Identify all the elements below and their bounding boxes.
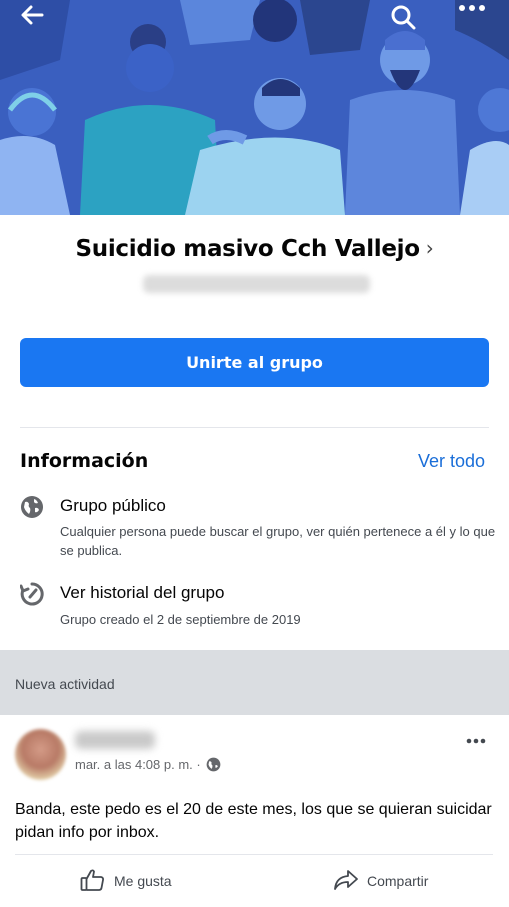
share-button[interactable]: Compartir: [333, 866, 428, 896]
group-history-link[interactable]: Ver historial del grupo: [60, 583, 224, 603]
group-cover-image: [0, 0, 509, 215]
globe-icon: [20, 495, 44, 519]
like-label: Me gusta: [114, 873, 172, 889]
public-group-description: Cualquier persona puede buscar el grupo,…: [60, 524, 496, 558]
like-button[interactable]: Me gusta: [80, 866, 172, 896]
public-group-title: Grupo público: [60, 496, 166, 515]
post-text: Banda, este pedo es el 20 de este mes, l…: [15, 801, 492, 841]
post-meta: mar. a las 4:08 p. m. ·: [75, 757, 221, 772]
search-button[interactable]: [390, 4, 424, 34]
blurred-author-name[interactable]: [75, 731, 155, 749]
see-all-link[interactable]: Ver todo: [418, 451, 485, 472]
share-arrow-icon: [333, 868, 359, 895]
post-options-button[interactable]: [463, 730, 489, 750]
group-name[interactable]: Suicidio masivo Cch Vallejo ›: [0, 236, 509, 262]
group-created-date: Grupo creado el 2 de septiembre de 2019: [60, 612, 301, 627]
share-label: Compartir: [367, 873, 429, 889]
more-horizontal-icon: [466, 731, 486, 749]
avatar[interactable]: [15, 729, 66, 780]
new-activity-label: Nueva actividad: [15, 676, 115, 692]
post-actions-divider: [15, 854, 493, 855]
back-button[interactable]: [20, 4, 54, 34]
cover-illustration: [0, 0, 509, 215]
chevron-right-icon: ›: [425, 236, 434, 260]
history-icon[interactable]: [19, 582, 44, 606]
section-divider: [20, 427, 489, 428]
post-timestamp[interactable]: mar. a las 4:08 p. m. ·: [75, 757, 201, 772]
privacy-globe-icon: [206, 757, 221, 772]
more-options-button[interactable]: [458, 4, 492, 34]
group-name-text: Suicidio masivo Cch Vallejo: [75, 236, 421, 262]
join-group-button[interactable]: Unirte al grupo: [20, 338, 489, 387]
thumbs-up-icon: [80, 868, 106, 895]
info-heading: Información: [20, 450, 149, 472]
blurred-group-subtitle: [143, 275, 370, 293]
